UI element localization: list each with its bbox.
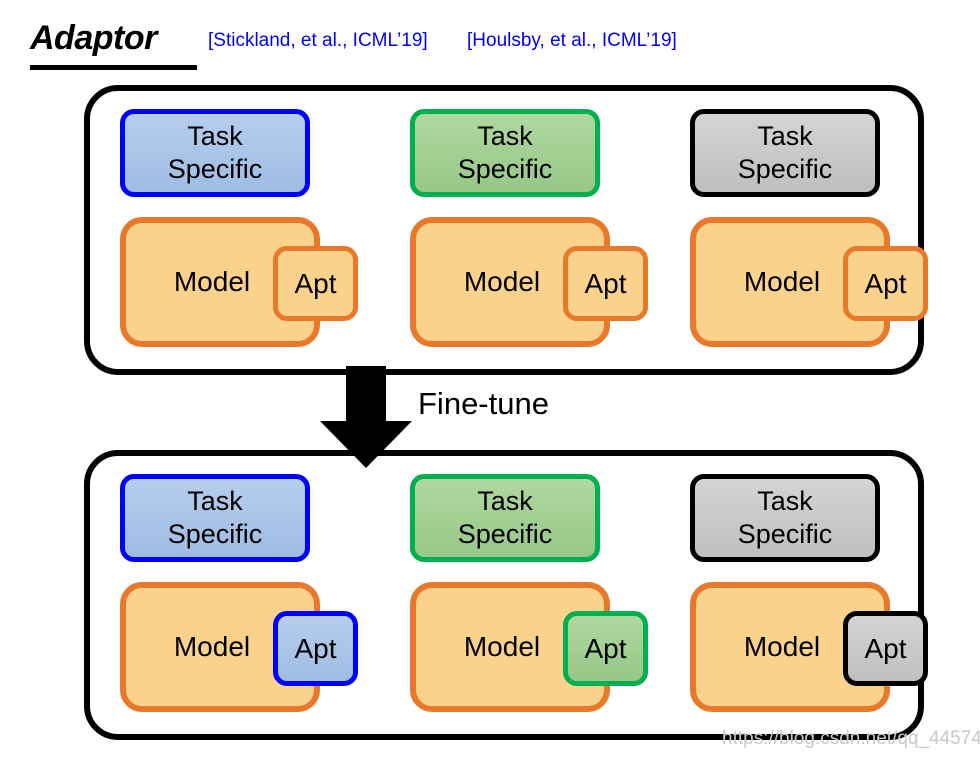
column-task-gray-before: Task Specific Model Apt <box>690 109 950 364</box>
model-label: Model <box>463 266 541 297</box>
page-title: Adaptor <box>30 19 157 57</box>
adapter-box-gray-after[interactable]: Apt <box>843 611 928 686</box>
fine-tune-label: Fine-tune <box>418 386 549 421</box>
diagram-canvas: Adaptor [Stickland, et al., ICML’19] [Ho… <box>0 0 980 758</box>
column-task-green-after: Task Specific Model Apt <box>410 474 670 729</box>
model-label: Model <box>743 631 821 662</box>
column-task-green-before: Task Specific Model Apt <box>410 109 670 364</box>
adapter-label: Apt <box>864 267 907 299</box>
task-label-line2: Specific <box>167 519 263 549</box>
task-specific-box-green-before[interactable]: Task Specific <box>410 109 600 197</box>
adapter-label: Apt <box>294 632 337 664</box>
model-label: Model <box>173 266 251 297</box>
down-arrow-icon <box>320 366 412 468</box>
adapter-box-green-before[interactable]: Apt <box>563 246 648 321</box>
task-label-line2: Specific <box>167 154 263 184</box>
column-task-blue-after: Task Specific Model Apt <box>120 474 380 729</box>
column-task-gray-after: Task Specific Model Apt <box>690 474 950 729</box>
task-label-line2: Specific <box>457 519 553 549</box>
task-specific-box-blue-after[interactable]: Task Specific <box>120 474 310 562</box>
adapter-label: Apt <box>294 267 337 299</box>
adapter-label: Apt <box>584 267 627 299</box>
column-task-blue-before: Task Specific Model Apt <box>120 109 380 364</box>
task-label-line2: Specific <box>737 519 833 549</box>
task-specific-box-gray-before[interactable]: Task Specific <box>690 109 880 197</box>
adapter-box-blue-after[interactable]: Apt <box>273 611 358 686</box>
adapter-label: Apt <box>864 632 907 664</box>
task-label-line2: Specific <box>457 154 553 184</box>
task-label-line1: Task <box>187 121 243 151</box>
task-label-line1: Task <box>757 486 813 516</box>
model-label: Model <box>173 631 251 662</box>
citation-stickland: [Stickland, et al., ICML’19] <box>208 30 428 51</box>
task-label-line2: Specific <box>737 154 833 184</box>
task-specific-box-gray-after[interactable]: Task Specific <box>690 474 880 562</box>
model-label: Model <box>463 631 541 662</box>
panel-before-fine-tune: Task Specific Model Apt Task Specific Mo… <box>84 85 928 375</box>
adapter-box-blue-before[interactable]: Apt <box>273 246 358 321</box>
adapter-box-gray-before[interactable]: Apt <box>843 246 928 321</box>
task-specific-box-green-after[interactable]: Task Specific <box>410 474 600 562</box>
task-specific-box-blue-before[interactable]: Task Specific <box>120 109 310 197</box>
task-label-line1: Task <box>477 121 533 151</box>
panel-after-fine-tune: Task Specific Model Apt Task Specific Mo… <box>84 450 928 740</box>
task-label-line1: Task <box>757 121 813 151</box>
task-label-line1: Task <box>477 486 533 516</box>
citation-houlsby: [Houlsby, et al., ICML’19] <box>467 30 677 51</box>
title-underline <box>30 65 197 70</box>
adapter-box-green-after[interactable]: Apt <box>563 611 648 686</box>
task-label-line1: Task <box>187 486 243 516</box>
model-label: Model <box>743 266 821 297</box>
title-row: Adaptor [Stickland, et al., ICML’19] [Ho… <box>0 18 980 70</box>
adapter-label: Apt <box>584 632 627 664</box>
watermark: https://blog.csdn.net/qq_44574333 <box>722 728 980 749</box>
